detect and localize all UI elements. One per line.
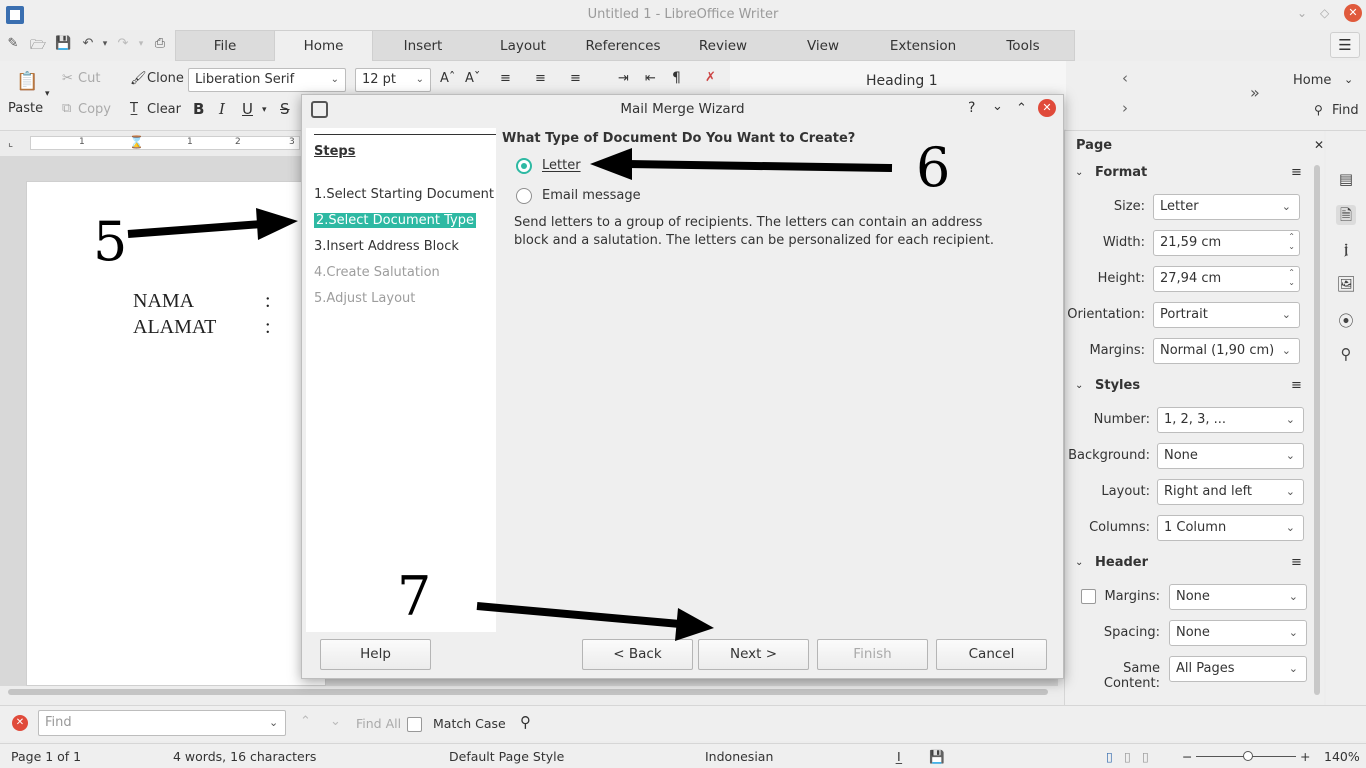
arrow-to-letter-option [590, 148, 893, 180]
arrow-to-document-type [127, 208, 298, 240]
annotation-arrows [127, 148, 893, 641]
arrow-to-next-button [476, 602, 714, 641]
